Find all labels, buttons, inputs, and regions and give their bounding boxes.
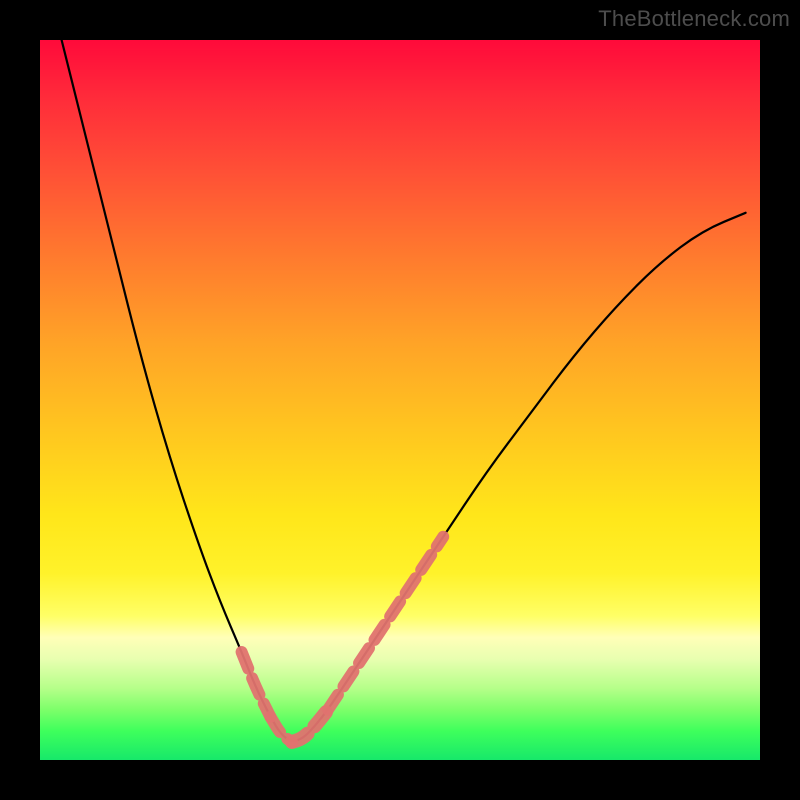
emphasis-bottom [292,710,328,742]
chart-frame: TheBottleneck.com [0,0,800,800]
emphasis-left-upper [242,652,271,717]
bottleneck-curve [40,40,760,760]
plot-area [40,40,760,760]
curve-path [62,40,746,741]
emphasis-right [328,537,443,710]
watermark-text: TheBottleneck.com [598,6,790,32]
